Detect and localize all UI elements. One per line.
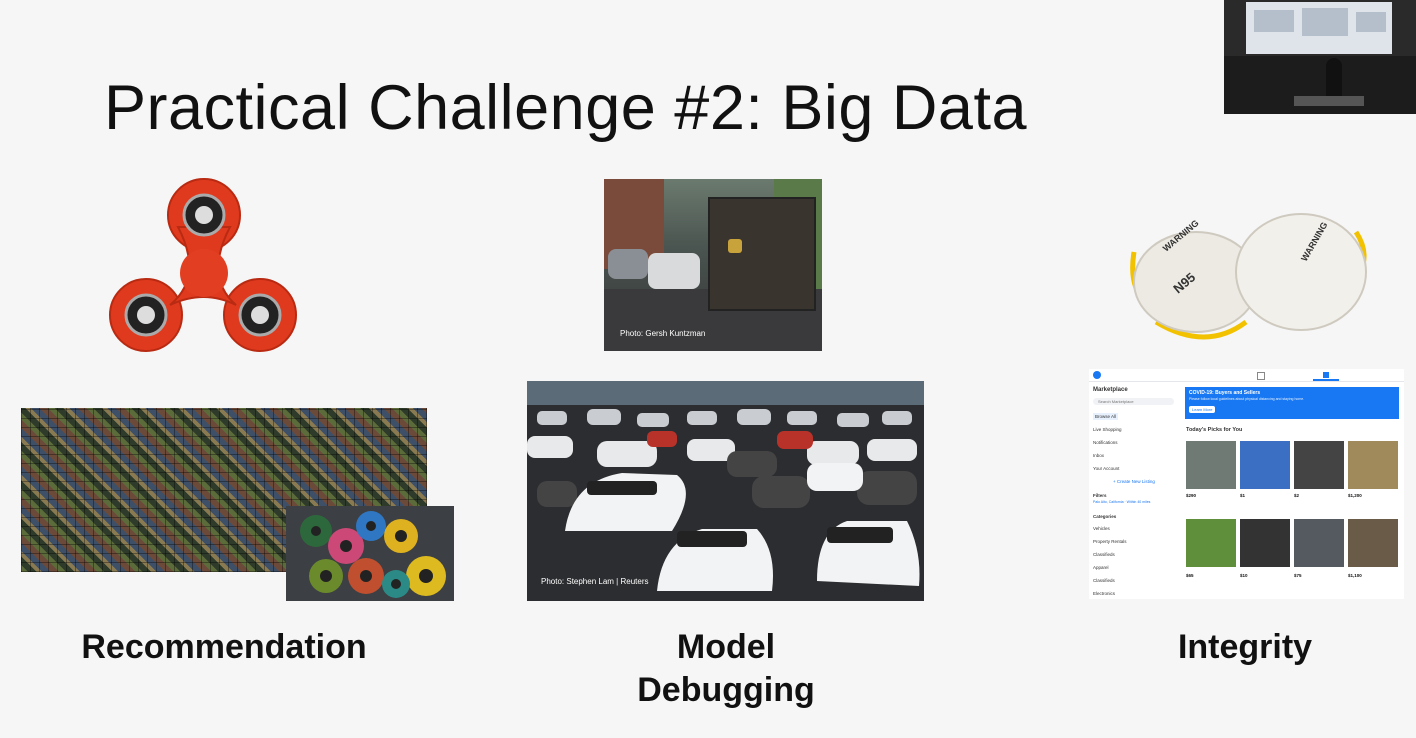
truck-body — [708, 197, 816, 311]
listing-price: $10 — [1240, 573, 1248, 578]
presenter-figure — [1326, 58, 1342, 98]
listing-tile[interactable] — [1348, 519, 1398, 567]
projector-screen — [1246, 2, 1392, 54]
location-filter[interactable]: Palo Alto, California · Within 40 miles — [1093, 500, 1150, 504]
truck-photo-credit: Photo: Gersh Kuntzman — [620, 329, 706, 338]
webcam-feed — [1224, 0, 1416, 114]
caption-model-debugging: Model Debugging — [637, 628, 815, 709]
fidget-spinners-photo — [286, 506, 454, 601]
sidebar-inbox[interactable]: Inbox — [1093, 453, 1104, 458]
listing-tile[interactable] — [1240, 441, 1290, 489]
marketplace-screenshot: Marketplace Search Marketplace Browse Al… — [1089, 369, 1404, 599]
learn-more-button[interactable]: Learn More — [1189, 406, 1216, 413]
listing-price: $1 — [1240, 493, 1246, 498]
sidebar-browse-all[interactable]: Browse All — [1093, 413, 1119, 420]
caption-recommendation: Recommendation — [81, 628, 367, 666]
covid-banner: COVID-19: Buyers and Sellers Please foll… — [1185, 387, 1399, 419]
todays-picks-label: Today's Picks for You — [1186, 427, 1243, 433]
marketplace-search-input[interactable]: Search Marketplace — [1093, 398, 1174, 405]
facebook-logo-icon — [1093, 371, 1101, 379]
listing-price: $290 — [1186, 493, 1197, 498]
sidebar-live-shopping[interactable]: Live Shopping — [1093, 427, 1122, 432]
listing-tile[interactable] — [1348, 441, 1398, 489]
create-listing-button[interactable]: + Create New Listing — [1113, 479, 1155, 484]
listing-price: $1,100 — [1348, 573, 1362, 578]
delivery-truck-photo: Photo: Gersh Kuntzman — [604, 179, 822, 351]
caption-integrity: Integrity — [1177, 628, 1313, 666]
category-apparel[interactable]: Apparel — [1093, 565, 1109, 570]
marketplace-tab-icon — [1323, 372, 1329, 378]
listing-price: $2 — [1294, 493, 1300, 498]
category-classifieds[interactable]: Classifieds — [1093, 552, 1115, 557]
listing-tile[interactable] — [1294, 441, 1344, 489]
sidebar-your-account[interactable]: Your Account — [1093, 466, 1119, 471]
listing-tile[interactable] — [1186, 519, 1236, 567]
n95-masks-image: WARNING N95 WARNING — [1130, 213, 1367, 340]
category-classifieds-2[interactable]: Classifieds — [1093, 578, 1115, 583]
categories-label: Categories — [1093, 514, 1117, 519]
cars-photo-credit: Photo: Stephen Lam | Reuters — [541, 577, 649, 586]
listing-price: $1,200 — [1348, 493, 1362, 498]
parking-lot-cars-photo: Photo: Stephen Lam | Reuters — [527, 381, 924, 601]
sidebar-notifications[interactable]: Notifications — [1093, 440, 1118, 445]
fidget-spinner-image — [109, 178, 297, 352]
listing-price: $65 — [1186, 573, 1194, 578]
listing-tile[interactable] — [1294, 519, 1344, 567]
category-property-rentals[interactable]: Property Rentals — [1093, 539, 1127, 544]
category-vehicles[interactable]: Vehicles — [1093, 526, 1110, 531]
listing-price: $75 — [1294, 573, 1302, 578]
marketplace-title: Marketplace — [1093, 387, 1128, 393]
category-electronics[interactable]: Electronics — [1093, 591, 1115, 596]
slide-title: Practical Challenge #2: Big Data — [104, 73, 1028, 143]
home-icon — [1257, 372, 1265, 380]
listing-tile[interactable] — [1186, 441, 1236, 489]
filters-label: Filters — [1093, 493, 1107, 498]
listing-tile[interactable] — [1240, 519, 1290, 567]
